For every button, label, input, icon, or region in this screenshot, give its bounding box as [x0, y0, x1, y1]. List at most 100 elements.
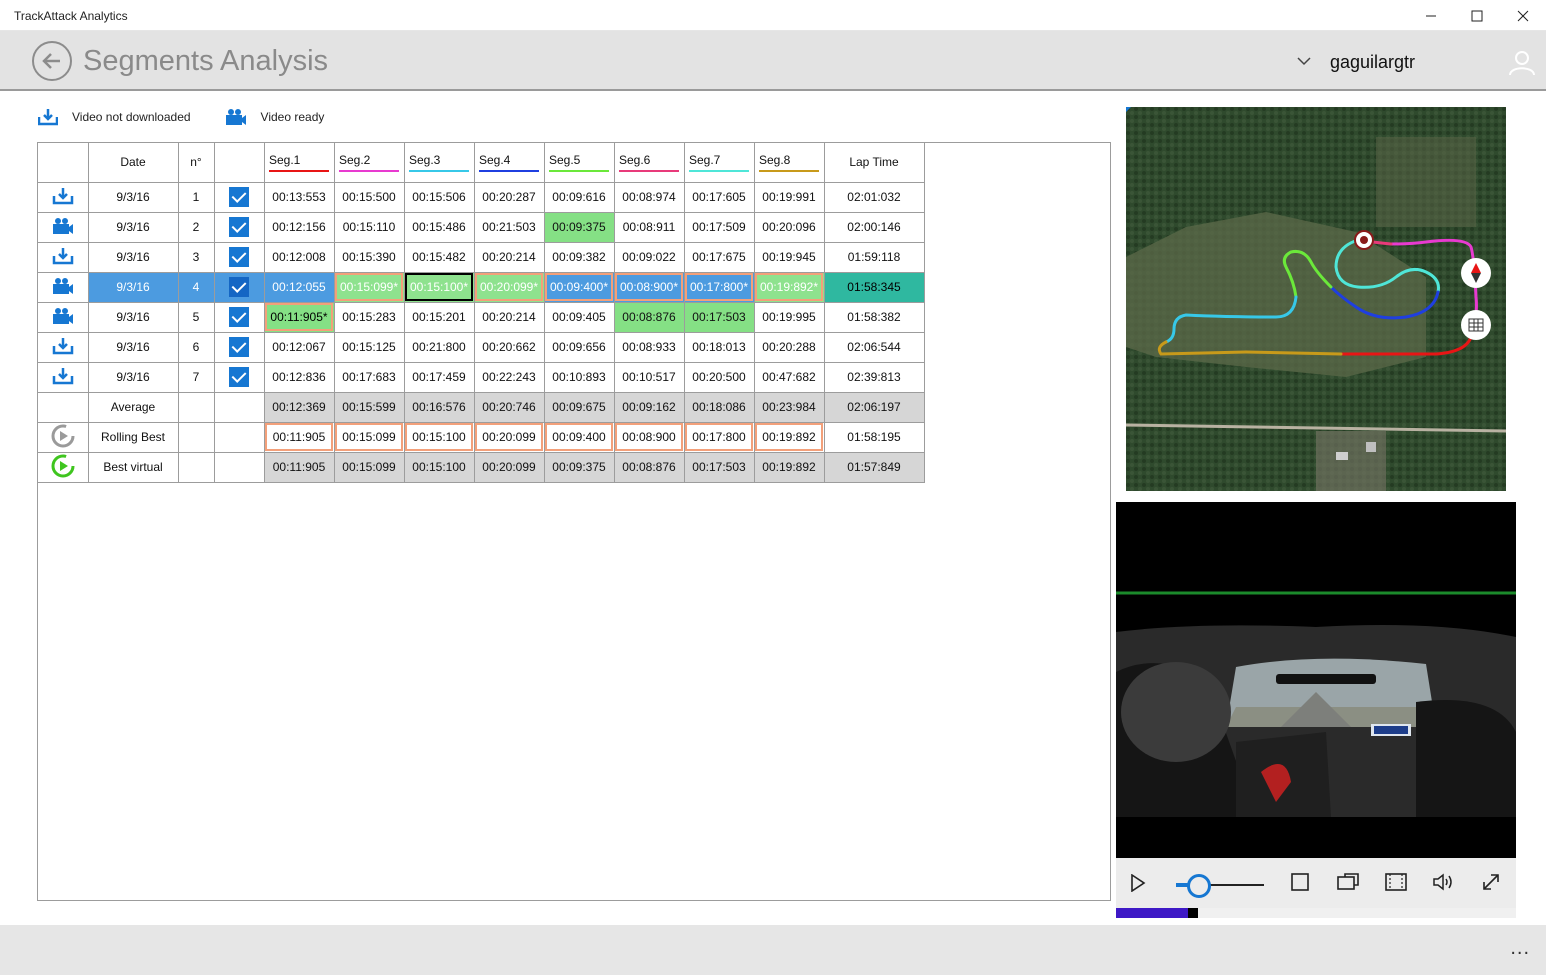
map-layers-button[interactable]: [1461, 310, 1491, 340]
video-status-cell[interactable]: [38, 241, 89, 273]
header-seg-2[interactable]: Seg.2: [333, 143, 405, 183]
compass-button[interactable]: [1461, 258, 1491, 288]
map-grid-icon: [1468, 318, 1484, 332]
best-virtual-segment-cell: 00:09:375: [543, 451, 615, 483]
video-progress-fill: [1116, 908, 1188, 918]
header-num[interactable]: n°: [177, 143, 215, 183]
segment-time-cell: 00:17:605: [683, 181, 755, 213]
average-segment-cell: 00:20:746: [473, 391, 545, 423]
table-row-selected[interactable]: 9/3/16 4 00:12:055 00:15:099* 00:15:100*…: [38, 271, 925, 303]
fullscreen-icon[interactable]: [1482, 873, 1500, 891]
best-virtual-play-cell[interactable]: [38, 451, 89, 483]
lap-checkbox-cell[interactable]: [213, 271, 265, 303]
header-seg-8[interactable]: Seg.8: [753, 143, 825, 183]
segment-time-cell: 00:15:506: [403, 181, 475, 213]
date-cell: 9/3/16: [87, 301, 179, 333]
segment-time-cell: 00:15:486: [403, 211, 475, 243]
lap-checkbox-cell[interactable]: [213, 361, 265, 393]
chevron-down-icon[interactable]: [1296, 53, 1312, 69]
volume-icon[interactable]: [1432, 873, 1454, 891]
header-lap-time[interactable]: Lap Time: [823, 143, 925, 183]
rolling-best-segment-cell: 00:15:099: [333, 421, 405, 453]
header-seg-6[interactable]: Seg.6: [613, 143, 685, 183]
segment-time-cell: 00:19:991: [753, 181, 825, 213]
table-row[interactable]: 9/3/16 6 00:12:067 00:15:125 00:21:800 0…: [38, 331, 925, 363]
video-status-cell[interactable]: [38, 271, 89, 303]
average-segment-cell: 00:16:576: [403, 391, 475, 423]
lap-checkbox-cell[interactable]: [213, 331, 265, 363]
segment-time-cell: 00:47:682: [753, 361, 825, 393]
lap-checkbox[interactable]: [229, 307, 249, 327]
best-virtual-segment-cell: 00:17:503: [683, 451, 755, 483]
lap-checkbox-cell[interactable]: [213, 211, 265, 243]
user-avatar-icon[interactable]: [1508, 48, 1536, 76]
onboard-video[interactable]: [1116, 502, 1516, 858]
more-options-button[interactable]: ...: [1510, 937, 1530, 960]
table-row[interactable]: 9/3/16 3 00:12:008 00:15:390 00:15:482 0…: [38, 241, 925, 273]
average-segment-cell: 00:18:086: [683, 391, 755, 423]
empty-cell: [177, 451, 215, 483]
header-seg-5[interactable]: Seg.5: [543, 143, 615, 183]
segment-time-cell: 00:17:675: [683, 241, 755, 273]
header-seg-4[interactable]: Seg.4: [473, 143, 545, 183]
volume-slider-thumb[interactable]: [1187, 874, 1211, 898]
seg-header-label: Seg.6: [619, 153, 679, 172]
lap-number-cell: 3: [177, 241, 215, 273]
cast-icon[interactable]: [1337, 873, 1359, 891]
lap-checkbox[interactable]: [229, 187, 249, 207]
segment-time-cell: 00:21:800: [403, 331, 475, 363]
table-row[interactable]: 9/3/16 2 00:12:156 00:15:110 00:15:486 0…: [38, 211, 925, 243]
lap-checkbox-cell[interactable]: [213, 241, 265, 273]
title-bar: TrackAttack Analytics: [0, 0, 1546, 31]
video-status-cell[interactable]: [38, 301, 89, 333]
back-button[interactable]: [32, 41, 72, 81]
maximize-button[interactable]: [1454, 0, 1500, 31]
lap-time-cell: 01:59:118: [823, 241, 925, 273]
stop-icon[interactable]: [1291, 873, 1309, 891]
seg-header-label: Seg.4: [479, 153, 539, 172]
play-icon[interactable]: [1130, 874, 1146, 892]
date-cell: 9/3/16: [87, 361, 179, 393]
lap-checkbox[interactable]: [229, 277, 249, 297]
header-seg-3[interactable]: Seg.3: [403, 143, 475, 183]
lap-number-cell: 6: [177, 331, 215, 363]
rolling-best-segment-cell: 00:09:400: [543, 421, 615, 453]
close-button[interactable]: [1500, 0, 1546, 31]
empty-cell: [213, 421, 265, 453]
lap-checkbox-cell[interactable]: [213, 181, 265, 213]
seg-header-label: Seg.5: [549, 153, 609, 172]
lap-checkbox[interactable]: [229, 367, 249, 387]
rolling-best-play-cell[interactable]: [38, 421, 89, 453]
track-map[interactable]: [1126, 107, 1506, 491]
table-row[interactable]: 9/3/16 1 00:13:553 00:15:500 00:15:506 0…: [38, 181, 925, 213]
rolling-best-segment-cell: 00:19:892: [753, 421, 825, 453]
lap-checkbox[interactable]: [229, 337, 249, 357]
video-status-cell[interactable]: [38, 361, 89, 393]
video-progress-bar[interactable]: [1116, 908, 1516, 918]
segment-time-cell: 00:17:459: [403, 361, 475, 393]
header-seg-1[interactable]: Seg.1: [263, 143, 335, 183]
header-date[interactable]: Date: [87, 143, 179, 183]
camera-icon: [225, 109, 246, 125]
video-status-cell[interactable]: [38, 181, 89, 213]
video-status-cell[interactable]: [38, 331, 89, 363]
seg-header-label: Seg.7: [689, 153, 749, 172]
video-status-cell[interactable]: [38, 211, 89, 243]
header-video: [38, 143, 89, 183]
lap-number-cell: 1: [177, 181, 215, 213]
table-row[interactable]: 9/3/16 7 00:12:836 00:17:683 00:17:459 0…: [38, 361, 925, 393]
lap-checkbox[interactable]: [229, 247, 249, 267]
best-virtual-segment-cell: 00:20:099: [473, 451, 545, 483]
download-icon: [38, 109, 58, 126]
lap-number-cell: 7: [177, 361, 215, 393]
play-circle-green-icon[interactable]: [50, 453, 76, 479]
lap-checkbox[interactable]: [229, 217, 249, 237]
download-icon: [52, 187, 73, 204]
username[interactable]: gaguilargtr: [1330, 52, 1415, 73]
table-row[interactable]: 9/3/16 5 00:11:905* 00:15:283 00:15:201 …: [38, 301, 925, 333]
header-seg-7[interactable]: Seg.7: [683, 143, 755, 183]
play-circle-grey-icon[interactable]: [50, 423, 76, 449]
aspect-ratio-icon[interactable]: [1385, 873, 1407, 891]
minimize-button[interactable]: [1408, 0, 1454, 31]
lap-checkbox-cell[interactable]: [213, 301, 265, 333]
